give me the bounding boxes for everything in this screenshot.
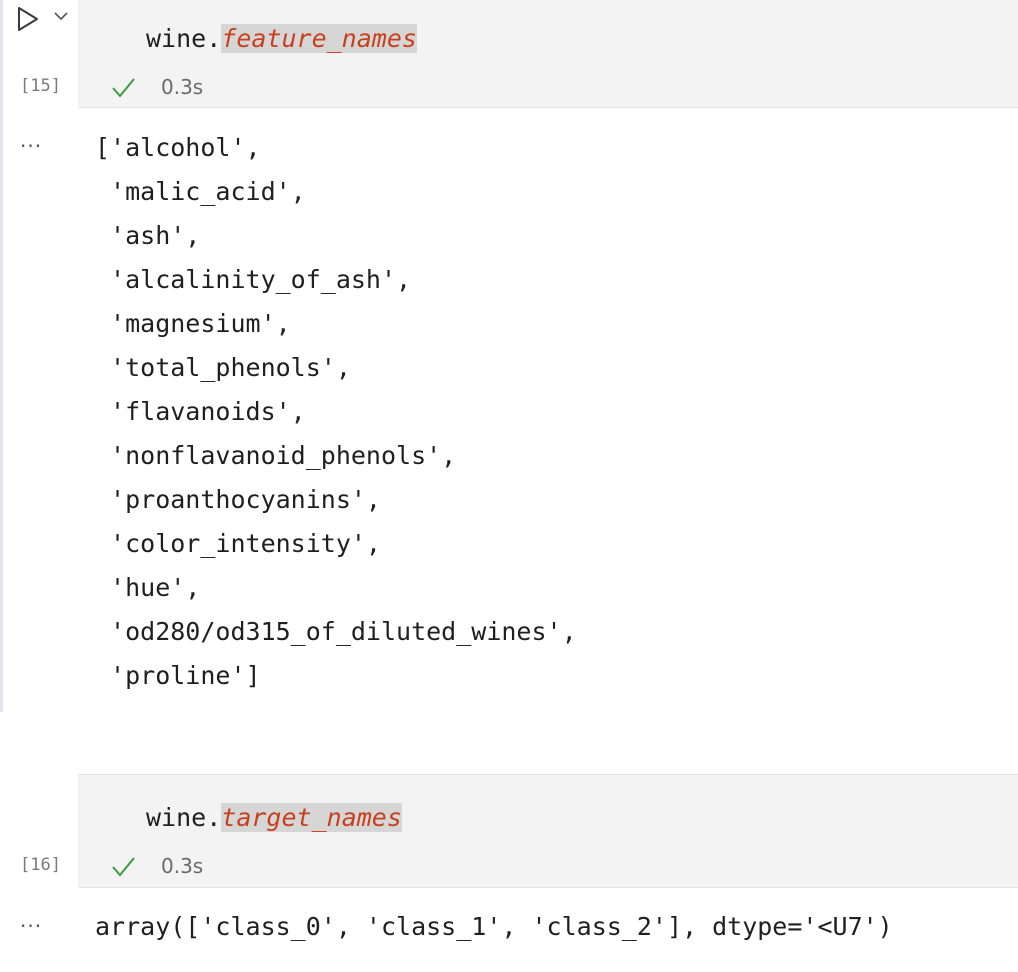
code-editor[interactable]: wine.target_names: [78, 774, 1018, 888]
code-line[interactable]: wine.feature_names: [146, 22, 417, 56]
output-line: ['alcohol',: [95, 131, 261, 165]
execution-count: [16]: [20, 855, 61, 875]
output-line: 'hue',: [95, 571, 200, 605]
code-object: wine.: [146, 803, 221, 832]
code-line[interactable]: wine.target_names: [146, 801, 402, 835]
code-attribute: feature_names: [221, 24, 417, 53]
output-line: 'total_phenols',: [95, 351, 351, 385]
output-line: 'flavanoids',: [95, 395, 306, 429]
output-line: 'nonflavanoid_phenols',: [95, 439, 456, 473]
run-cell-icon[interactable]: [16, 6, 40, 32]
output-line: 'proline']: [95, 659, 261, 693]
output-line: 'od280/od315_of_diluted_wines',: [95, 615, 577, 649]
code-object: wine.: [146, 24, 221, 53]
output-line: 'proanthocyanins',: [95, 483, 381, 517]
output-line: 'magnesium',: [95, 307, 291, 341]
cell-focus-bar: [0, 0, 3, 712]
output-line: 'ash',: [95, 219, 200, 253]
check-icon: [110, 855, 136, 879]
execution-count: [15]: [20, 76, 61, 96]
chevron-down-icon[interactable]: [54, 11, 68, 21]
execution-duration: 0.3s: [161, 854, 203, 878]
output-line: 'alcalinity_of_ash',: [95, 263, 411, 297]
output-menu-ellipsis[interactable]: ...: [20, 128, 42, 152]
output-menu-ellipsis[interactable]: ...: [20, 908, 42, 932]
output-line: 'color_intensity',: [95, 527, 381, 561]
code-editor[interactable]: wine.feature_names: [78, 0, 1018, 108]
output-line: array(['class_0', 'class_1', 'class_2'],…: [95, 910, 893, 944]
output-line: 'malic_acid',: [95, 175, 306, 209]
check-icon: [110, 76, 136, 100]
code-attribute: target_names: [221, 803, 402, 832]
execution-duration: 0.3s: [161, 75, 203, 99]
